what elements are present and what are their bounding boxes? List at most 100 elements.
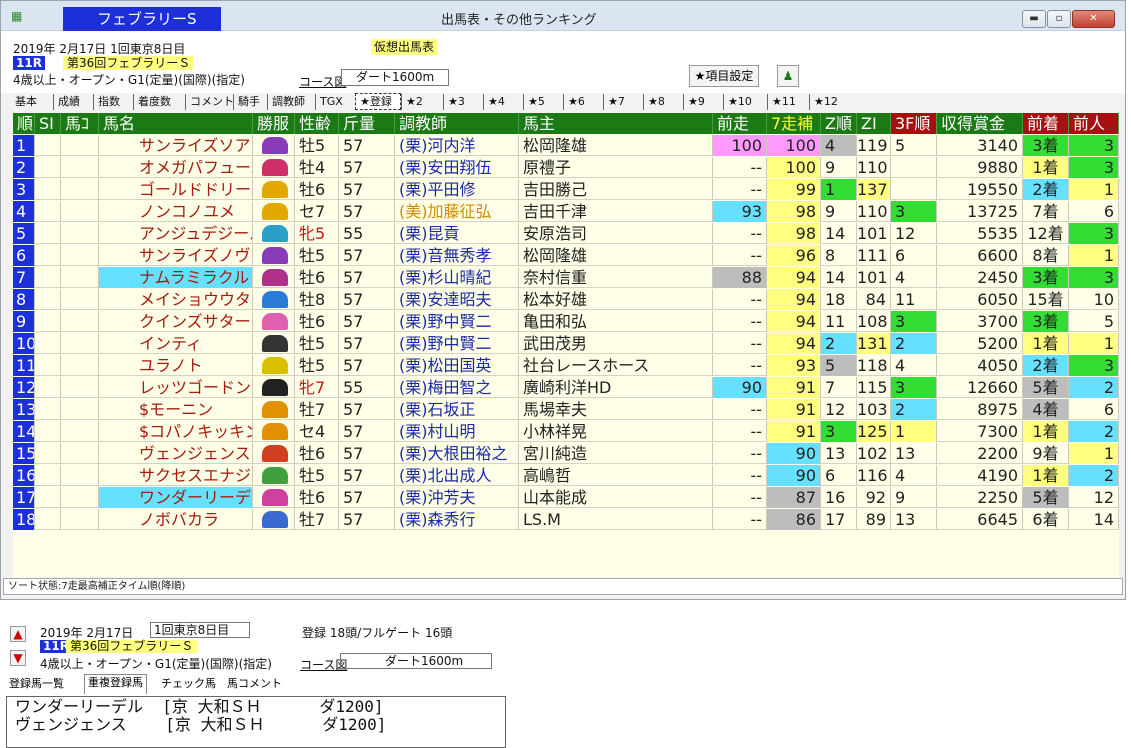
tab-14[interactable]: ★7: [603, 94, 643, 110]
cell-zi: 110: [857, 201, 891, 222]
tab-0[interactable]: 基本: [11, 94, 53, 110]
tab-7[interactable]: TGX: [315, 94, 355, 110]
cell-si: [35, 421, 61, 442]
tab-18[interactable]: ★11: [767, 94, 809, 110]
table-row[interactable]: 14 $コパノキッキング セ457(栗)村山明小林祥晃--913125173001着…: [13, 421, 1119, 442]
cell-silk: [253, 465, 295, 486]
cell-name: ゴールドドリーム: [99, 179, 253, 200]
column-header-owner[interactable]: 馬主: [519, 113, 713, 134]
table-row[interactable]: 5 アンジュデジール 牝5 55 (栗)昆貢 安原浩司 -- 98 14 101 12 5535 12着…: [13, 223, 1119, 244]
tab-17[interactable]: ★10: [723, 94, 767, 110]
tab-11[interactable]: ★4: [483, 94, 523, 110]
cell-trainer: (栗)村山明: [395, 421, 519, 442]
person-icon[interactable]: ♟: [777, 65, 799, 87]
registration-tab-0[interactable]: 登録馬一覧: [6, 676, 67, 692]
tab-4[interactable]: コメント: [185, 94, 234, 110]
maximize-button[interactable]: ▫: [1047, 10, 1071, 28]
column-header-zi[interactable]: ZI: [857, 113, 891, 134]
list-item[interactable]: ヴェンジェンス [京 大和ＳＨ ダ1200]: [15, 716, 497, 734]
cell-wt: 57: [339, 509, 395, 530]
close-button[interactable]: ✕: [1072, 10, 1115, 28]
cell-owner: 高嶋哲: [519, 465, 713, 486]
tab-2[interactable]: 指数: [93, 94, 133, 110]
race-title-tab[interactable]: フェブラリーS: [63, 7, 221, 31]
up-arrow-icon[interactable]: ▲: [10, 626, 26, 642]
column-header-sex[interactable]: 性齢: [295, 113, 339, 134]
column-header-silk[interactable]: 勝服: [253, 113, 295, 134]
registration-tab-2[interactable]: チェック馬: [158, 676, 219, 692]
column-header-no[interactable]: 順: [13, 113, 35, 134]
tab-19[interactable]: ★12: [809, 94, 849, 110]
minimize-button[interactable]: ▬: [1022, 10, 1046, 28]
cell-sex: 牡5: [295, 333, 339, 354]
table-row[interactable]: 7 ナムラミラクル 牡6 57 (栗)杉山晴紀 奈村信重 88 94 14 101 4 2450 3着 3: [13, 267, 1119, 288]
cell-prize: 6050: [937, 289, 1023, 310]
column-header-f3[interactable]: 3F順: [891, 113, 937, 134]
cell-pp: 5: [1069, 311, 1119, 332]
cell-silk: [253, 443, 295, 464]
table-row[interactable]: 18 ノボバカラ 牡7 57 (栗)森秀行 LS.M -- 86 17 89 13 6645 6着 14: [13, 509, 1119, 530]
silk-icon: [262, 489, 288, 506]
table-row[interactable]: 4 ノンコノユメ セ7 57 (美)加藤征弘 吉田千津 93 98 9 110 3 13725 7着 6: [13, 201, 1119, 222]
cell-wt: 57: [339, 245, 395, 266]
tab-15[interactable]: ★8: [643, 94, 683, 110]
tab-5[interactable]: 騎手: [233, 94, 267, 110]
column-header-prize[interactable]: 収得賞金: [937, 113, 1023, 134]
column-header-name[interactable]: 馬名: [99, 113, 253, 134]
table-row[interactable]: 16 サクセスエナジー 牡557(栗)北出成人高嶋哲--906116441901着2: [13, 465, 1119, 486]
cell-no: 18: [13, 509, 35, 530]
registration-tab-3[interactable]: 馬コメント: [224, 676, 285, 692]
column-header-mk[interactable]: 馬ｺ: [61, 113, 99, 134]
registration-tab-1[interactable]: 重複登録馬: [84, 674, 147, 694]
column-header-si[interactable]: SI: [35, 113, 61, 134]
cell-trainer: (栗)石坂正: [395, 399, 519, 420]
tab-12[interactable]: ★5: [523, 94, 563, 110]
column-header-prev[interactable]: 前走: [713, 113, 767, 134]
cell-owner: 安原浩司: [519, 223, 713, 244]
meet-field: 1回東京8日目: [150, 622, 250, 638]
column-header-wt[interactable]: 斤量: [339, 113, 395, 134]
item-settings-button[interactable]: ★項目設定: [689, 65, 759, 87]
tab-9[interactable]: ★2: [401, 94, 443, 110]
tab-10[interactable]: ★3: [443, 94, 483, 110]
duplicate-entry-list[interactable]: ワンダーリーデル [京 大和ＳＨ ダ1200] ヴェンジェンス [京 大和ＳＨ ダ…: [6, 696, 506, 748]
table-row[interactable]: 3ゴールドドリーム牡657(栗)平田修吉田勝己--991137195502着1: [13, 179, 1119, 200]
table-row[interactable]: 13 $モーニン 牡7 57 (栗)石坂正 馬場幸夫 -- 91 12 103 2 8975 4着 6: [13, 399, 1119, 420]
tab-16[interactable]: ★9: [683, 94, 723, 110]
cell-zi: 115: [857, 377, 891, 398]
table-row[interactable]: 6サンライズノヴァ牡557(栗)音無秀孝松岡隆雄--968111666008着1: [13, 245, 1119, 266]
down-arrow-icon[interactable]: ▼: [10, 650, 26, 666]
cell-name: サンライズノヴァ: [99, 245, 253, 266]
column-header-r7[interactable]: 7走補: [767, 113, 821, 134]
course-map-link[interactable]: コース図: [299, 73, 346, 90]
column-header-z[interactable]: Z順: [821, 113, 857, 134]
cell-name: ワンダーリーデル: [99, 487, 253, 508]
tab-1[interactable]: 成績: [53, 94, 93, 110]
table-row[interactable]: 1 サンライズソア 牡5 57 (栗)河内洋 松岡隆雄 100 100 4 119 5 3140 3着 3: [13, 135, 1119, 156]
list-item[interactable]: ワンダーリーデル [京 大和ＳＨ ダ1200]: [15, 698, 497, 716]
tab-8[interactable]: ★登録: [355, 93, 401, 110]
cell-pc: 1着: [1023, 421, 1069, 442]
table-row[interactable]: 12 レッツゴードンキ 牝755(栗)梅田智之廣崎利洋HD9091711531266…: [13, 377, 1119, 398]
cell-prize: 8975: [937, 399, 1023, 420]
tab-6[interactable]: 調教師: [267, 94, 315, 110]
table-row[interactable]: 11 ユラノト 牡5 57 (栗)松田国英 社台レースホース -- 93 5 118 4 4050 2着…: [13, 355, 1119, 376]
column-header-pp[interactable]: 前人: [1069, 113, 1119, 134]
screen: ▦ フェブラリーS 出馬表・その他ランキング ▬ ▫ ✕ 2019年 2月17日…: [0, 0, 1131, 748]
table-row[interactable]: 10 インティ 牡5 57 (栗)野中賢二 武田茂男 -- 94 2 131 2 5200 1着 1: [13, 333, 1119, 354]
cell-pc: 12着: [1023, 223, 1069, 244]
silk-icon: [262, 137, 288, 154]
column-header-pc[interactable]: 前着: [1023, 113, 1069, 134]
tab-13[interactable]: ★6: [563, 94, 603, 110]
course-field: ダート1600m: [340, 653, 492, 669]
cell-f3: 13: [891, 509, 937, 530]
tab-3[interactable]: 着度数: [133, 94, 185, 110]
cell-prize: 4190: [937, 465, 1023, 486]
table-row[interactable]: 15 ヴェンジェンス 牡6 57 (栗)大根田裕之 宮川純造 -- 90 13 102 13 2200…: [13, 443, 1119, 464]
table-row[interactable]: 8 メイショウウタゲ 牡857(栗)安達昭夫松本好雄--94188411605015…: [13, 289, 1119, 310]
column-header-trainer[interactable]: 調教師: [395, 113, 519, 134]
table-row[interactable]: 17 ワンダーリーデル 牡657(栗)沖芳夫山本能成--871692922505着1…: [13, 487, 1119, 508]
table-row[interactable]: 9 クインズサターン 牡657(栗)野中賢二亀田和弘--9411108337003着…: [13, 311, 1119, 332]
table-row[interactable]: 2 オメガパフューム 牡457(栗)安田翔伍原禮子--1009110 98801着3: [13, 157, 1119, 178]
cell-prev: --: [713, 421, 767, 442]
